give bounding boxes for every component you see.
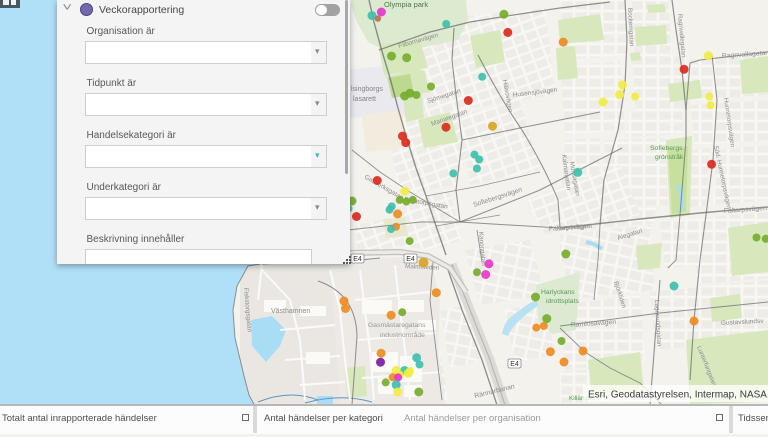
svg-text:Esri, Geodatastyrelsen, Interm: Esri, Geodatastyrelsen, Intermap, NASA, … — [588, 390, 768, 401]
svg-text:lasarett: lasarett — [353, 96, 376, 103]
svg-text:E4: E4 — [510, 361, 519, 368]
svg-text:Sofiebergs: Sofiebergs — [650, 145, 683, 152]
svg-text:Gasmästaregatans: Gasmästaregatans — [368, 322, 426, 329]
svg-text:Olympia park: Olympia park — [384, 0, 428, 9]
svg-text:idrottsplats: idrottsplats — [546, 298, 579, 305]
svg-text:Västhamnen: Västhamnen — [271, 308, 310, 315]
svg-text:E4: E4 — [353, 256, 362, 263]
svg-text:lsingborgs: lsingborgs — [351, 86, 383, 93]
svg-text:industriområde: industriområde — [380, 331, 425, 339]
svg-text:Harlyckans: Harlyckans — [541, 289, 575, 296]
svg-text:grönstråk: grönstråk — [655, 153, 684, 161]
